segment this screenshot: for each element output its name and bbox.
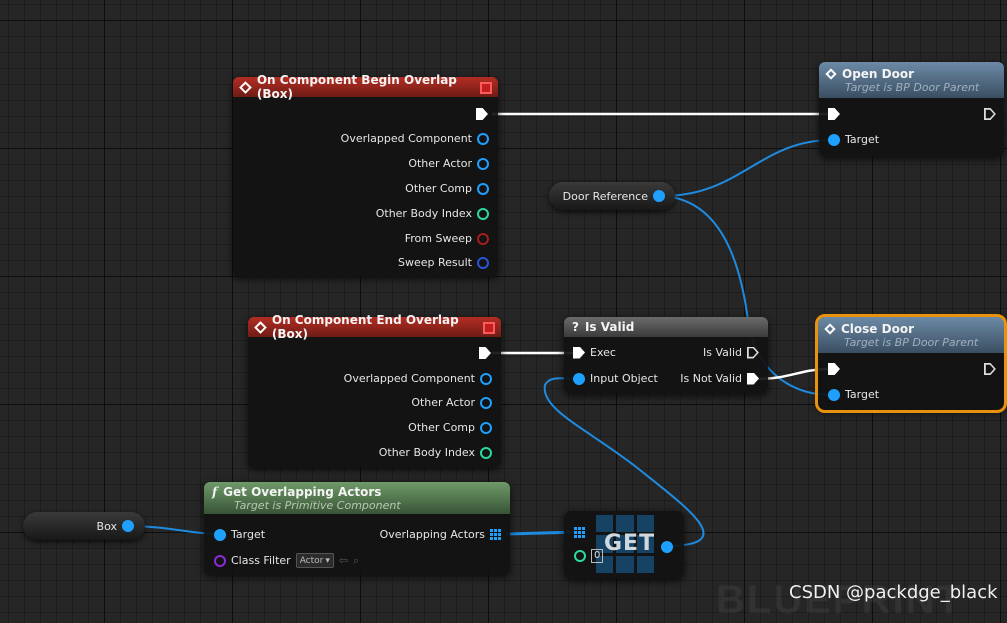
box-variable-node[interactable]: Box [23, 512, 145, 540]
is-valid-exec-out-pin[interactable] [747, 347, 759, 359]
is-valid-macro-node[interactable]: ? Is Valid Exec Is Valid Input Object Is… [564, 317, 768, 394]
class-filter-dropdown[interactable]: Actor ▾ [295, 553, 334, 568]
exec-in-pin[interactable] [573, 346, 585, 359]
index-field[interactable]: 0 [591, 549, 604, 563]
pin-label: Other Body Index [378, 446, 475, 459]
end-overlap-event-node[interactable]: On Component End Overlap (Box) Overlappe… [248, 313, 501, 468]
exec-label: Exec [590, 346, 616, 359]
box-label: Box [96, 519, 117, 533]
pin-label: Other Actor [411, 396, 475, 409]
box-output-pin[interactable] [122, 520, 134, 532]
function-diamond-icon [824, 322, 836, 335]
get-overlapping-actors-node[interactable]: f Get Overlapping Actors Target is Primit… [204, 482, 510, 575]
class-filter-label: Class Filter [231, 554, 291, 567]
delegate-pin-icon[interactable] [480, 82, 492, 94]
pin-label: Other Body Index [375, 207, 472, 220]
array-get-node[interactable]: GET 0 [564, 511, 684, 579]
open-door-header[interactable]: Open Door Target is BP Door Parent [819, 62, 1004, 98]
delegate-pin-icon[interactable] [483, 322, 495, 334]
overlapped-component-pin[interactable] [480, 372, 492, 385]
event-diamond-icon [254, 320, 267, 334]
array-pin-icon[interactable] [490, 529, 501, 540]
overlapped-component-pin[interactable] [477, 132, 489, 145]
other-actor-pin[interactable] [477, 157, 489, 170]
door-reference-label: Door Reference [562, 189, 648, 203]
class-filter-value: Actor [299, 555, 324, 566]
other-comp-pin[interactable] [477, 182, 489, 195]
pin-label: Other Comp [405, 182, 472, 195]
browse-search-icon[interactable]: ⌕ [353, 554, 359, 568]
close-door-function-node[interactable]: Close Door Target is BP Door Parent Targ… [815, 314, 1007, 413]
wire-doorref-to-open-target [662, 139, 833, 197]
event-diamond-icon [239, 80, 252, 94]
begin-overlap-event-node[interactable]: On Component Begin Overlap (Box) Overlap… [233, 73, 498, 277]
exec-in-pin[interactable] [828, 363, 840, 375]
is-not-valid-exec-out-pin[interactable] [747, 372, 759, 385]
other-comp-pin[interactable] [480, 421, 492, 434]
exec-out-pin[interactable] [984, 108, 996, 120]
exec-out-pin[interactable] [984, 363, 996, 375]
begin-overlap-title: On Component Begin Overlap (Box) [256, 73, 457, 101]
class-filter-pin[interactable] [214, 554, 226, 567]
target-pin[interactable] [828, 133, 840, 146]
open-door-subtitle: Target is BP Door Parent [845, 80, 980, 94]
from-sweep-pin[interactable] [477, 232, 489, 245]
is-valid-header[interactable]: ? Is Valid [564, 317, 768, 337]
pin-label: Overlapped Component [340, 132, 472, 145]
function-diamond-icon [825, 67, 837, 80]
pin-label: Other Actor [408, 157, 472, 170]
target-label: Target [845, 388, 880, 401]
get-overlapping-header[interactable]: f Get Overlapping Actors Target is Primit… [204, 482, 510, 514]
get-output-pin[interactable] [661, 541, 673, 553]
get-overlapping-subtitle: Target is Primitive Component [234, 498, 401, 512]
input-object-pin[interactable] [573, 372, 585, 385]
get-overlapping-title: Get Overlapping Actors [223, 484, 382, 499]
target-label: Target [845, 133, 880, 146]
other-actor-pin[interactable] [480, 396, 492, 409]
begin-overlap-header[interactable]: On Component Begin Overlap (Box) [233, 73, 498, 101]
question-icon: ? [572, 320, 579, 334]
exec-in-pin[interactable] [828, 108, 840, 120]
exec-out-pin[interactable] [476, 108, 488, 120]
close-door-title: Close Door [841, 321, 914, 336]
end-overlap-title: On Component End Overlap (Box) [271, 313, 459, 341]
function-f-icon: f [212, 484, 218, 499]
index-pin[interactable] [574, 550, 586, 562]
other-body-index-pin[interactable] [477, 207, 489, 220]
use-selected-asset-icon[interactable]: ⇦ [339, 554, 348, 567]
get-label: GET [604, 531, 656, 556]
pin-label: Overlapped Component [343, 372, 475, 385]
pin-label: Other Comp [408, 421, 475, 434]
is-valid-out-label: Is Valid [703, 346, 742, 359]
open-door-function-node[interactable]: Open Door Target is BP Door Parent Targe… [819, 62, 1004, 157]
overlapping-actors-label: Overlapping Actors [379, 528, 485, 541]
is-valid-title: Is Valid [584, 320, 635, 334]
close-door-subtitle: Target is BP Door Parent [844, 335, 979, 349]
input-object-label: Input Object [590, 372, 658, 385]
other-body-index-pin[interactable] [480, 446, 492, 459]
chevron-down-icon: ▾ [325, 555, 330, 566]
target-pin[interactable] [214, 528, 226, 541]
open-door-title: Open Door [842, 66, 915, 81]
door-reference-variable-node[interactable]: Door Reference [549, 182, 675, 210]
close-door-header[interactable]: Close Door Target is BP Door Parent [818, 317, 1004, 353]
is-not-valid-out-label: Is Not Valid [680, 372, 742, 385]
pin-label: From Sweep [404, 232, 472, 245]
end-overlap-header[interactable]: On Component End Overlap (Box) [248, 313, 501, 341]
exec-out-pin[interactable] [479, 347, 491, 359]
csdn-watermark: CSDN @packdge_black [789, 582, 998, 603]
pin-label: Sweep Result [398, 256, 472, 269]
door-reference-output-pin[interactable] [653, 190, 665, 202]
target-label: Target [231, 528, 266, 541]
sweep-result-pin[interactable] [477, 256, 489, 269]
array-input-pin-icon[interactable] [574, 527, 585, 538]
target-pin[interactable] [828, 388, 840, 401]
